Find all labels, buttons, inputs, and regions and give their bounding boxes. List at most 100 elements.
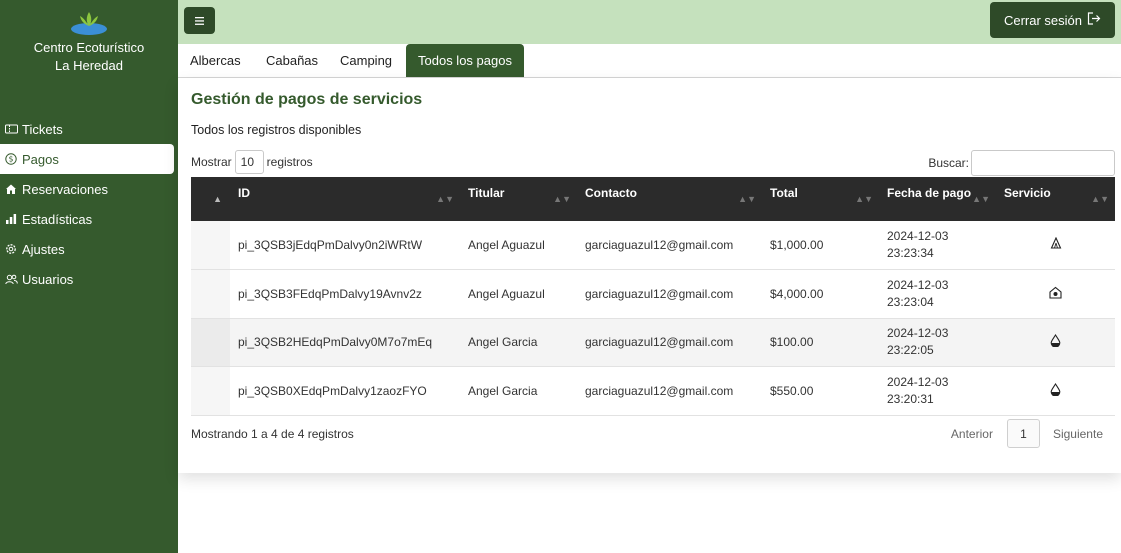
cell-servicio	[996, 221, 1115, 270]
sidebar-item-usuarios[interactable]: Usuarios	[0, 264, 178, 294]
sidebar-item-label: Reservaciones	[22, 181, 108, 197]
cell-total: $4,000.00	[770, 286, 824, 301]
column-header-select[interactable]: ▲	[191, 177, 230, 221]
sort-icon: ▲▼	[553, 194, 571, 204]
column-header-id[interactable]: ID ▲▼	[230, 177, 460, 221]
cell-total: $1,000.00	[770, 238, 824, 252]
brand: Centro Ecoturístico La Heredad	[0, 0, 178, 75]
search-control: Buscar:	[928, 150, 1115, 176]
sort-icon: ▲▼	[972, 194, 990, 204]
row-select-cell	[191, 221, 230, 270]
table-row[interactable]: pi_3QSB0XEdqPmDalvy1zaozFYO Angel Garcia…	[191, 366, 1115, 416]
sort-icon: ▲▼	[855, 194, 873, 204]
cell-fecha-date: 2024-12-03	[887, 326, 949, 341]
pagination-page-1[interactable]: 1	[1006, 419, 1040, 448]
column-header-fecha[interactable]: Fecha de pago ▲▼	[879, 177, 996, 221]
sidebar-item-label: Tickets	[22, 121, 63, 137]
logout-icon	[1087, 12, 1101, 28]
table-row[interactable]: pi_3QSB3jEdqPmDalvy0n2iWRtW Angel Aguazu…	[191, 221, 1115, 270]
dollar-circle-icon: $	[4, 152, 18, 166]
tab-albercas[interactable]: Albercas	[178, 44, 253, 77]
sidebar-item-label: Ajustes	[22, 241, 65, 257]
column-header-total[interactable]: Total ▲▼	[762, 177, 879, 221]
payments-card: Gestión de pagos de servicios Todos los …	[178, 78, 1121, 473]
cabin-icon	[1049, 286, 1063, 300]
cell-id: pi_3QSB2HEdqPmDalvy0M7o7mEq	[238, 335, 433, 350]
cell-id: pi_3QSB3jEdqPmDalvy0n2iWRtW	[238, 238, 423, 252]
svg-text:$: $	[9, 155, 14, 164]
cell-total: $550.00	[770, 383, 814, 398]
cell-fecha: 2024-12-03 23:23:34	[879, 221, 996, 270]
sidebar-item-label: Estadísticas	[22, 211, 93, 227]
cell-fecha-time: 23:23:34	[887, 246, 934, 260]
search-input[interactable]	[971, 150, 1115, 176]
cell-titular: Angel Garcia	[468, 335, 538, 350]
sidebar-item-tickets[interactable]: Tickets	[0, 114, 178, 144]
sidebar-item-pagos[interactable]: $ Pagos	[0, 144, 174, 174]
ticket-icon	[4, 122, 18, 136]
table-row[interactable]: pi_3QSB3FEdqPmDalvy19Avnv2z Angel Aguazu…	[191, 269, 1115, 319]
users-icon	[4, 272, 18, 286]
cell-contacto: garciaguazul12@gmail.com	[585, 335, 734, 350]
tab-camping[interactable]: Camping	[328, 44, 404, 77]
sort-icon: ▲▼	[738, 194, 756, 204]
cell-titular: Angel Aguazul	[468, 238, 545, 252]
page-title: Gestión de pagos de servicios	[191, 91, 423, 108]
cell-servicio	[996, 367, 1115, 416]
cell-contacto: garciaguazul12@gmail.com	[585, 238, 734, 252]
water-drop-icon	[1049, 334, 1063, 348]
pagination-previous[interactable]: Anterior	[951, 427, 993, 441]
length-prefix: Mostrar	[191, 155, 232, 169]
brand-name-line2: La Heredad	[55, 58, 123, 73]
sidebar-nav: Tickets $ Pagos Reservaciones Estadístic…	[0, 114, 178, 294]
logout-label: Cerrar sesión	[1003, 12, 1082, 28]
column-header-titular[interactable]: Titular ▲▼	[460, 177, 577, 221]
payments-table: ▲ ID ▲▼ Titular ▲▼ Contacto ▲▼ Total ▲▼ Fech…	[191, 177, 1115, 416]
column-header-servicio[interactable]: Servicio ▲▼	[996, 177, 1115, 221]
tent-icon	[1049, 236, 1063, 251]
row-select-cell	[191, 318, 230, 367]
logout-button[interactable]: Cerrar sesión	[989, 2, 1115, 38]
column-header-contacto[interactable]: Contacto ▲▼	[577, 177, 762, 221]
pagination-next[interactable]: Siguiente	[1053, 427, 1103, 441]
cell-contacto: garciaguazul12@gmail.com	[585, 383, 734, 398]
sidebar-item-reservaciones[interactable]: Reservaciones	[0, 174, 178, 204]
cell-fecha-time: 23:22:05	[887, 343, 934, 358]
sidebar-item-label: Usuarios	[22, 271, 74, 287]
row-select-cell	[191, 366, 230, 415]
table-header-row: ▲ ID ▲▼ Titular ▲▼ Contacto ▲▼ Total ▲▼ Fech…	[191, 177, 1115, 221]
sidebar-item-ajustes[interactable]: Ajustes	[0, 234, 178, 264]
service-tabs: Albercas Cabañas Camping Todos los pagos	[178, 44, 1121, 78]
search-label: Buscar:	[928, 156, 969, 170]
tab-cabanas[interactable]: Cabañas	[254, 44, 330, 77]
menu-icon	[195, 13, 204, 28]
cell-fecha: 2024-12-03 23:23:04	[879, 270, 996, 319]
cell-servicio	[996, 270, 1115, 319]
cell-fecha: 2024-12-03 23:22:05	[879, 318, 996, 367]
table-row[interactable]: pi_3QSB2HEdqPmDalvy0M7o7mEq Angel Garcia…	[191, 318, 1115, 367]
topbar: Cerrar sesión	[178, 0, 1121, 44]
cell-fecha-time: 23:20:31	[887, 391, 934, 406]
sidebar-item-estadisticas[interactable]: Estadísticas	[0, 204, 178, 234]
cell-titular: Angel Garcia	[468, 383, 538, 398]
table-info: Mostrando 1 a 4 de 4 registros	[191, 427, 354, 441]
cell-fecha-date: 2024-12-03	[887, 229, 949, 243]
sort-icon: ▲▼	[436, 194, 454, 204]
cell-id: pi_3QSB3FEdqPmDalvy19Avnv2z	[238, 286, 422, 301]
brand-logo	[71, 12, 107, 35]
gear-icon	[4, 242, 18, 256]
cell-titular: Angel Aguazul	[468, 286, 545, 301]
cell-total: $100.00	[770, 335, 814, 350]
bar-chart-icon	[4, 212, 18, 226]
page-subtitle: Todos los registros disponibles	[191, 123, 362, 137]
menu-toggle-button[interactable]	[184, 7, 215, 34]
cell-fecha: 2024-12-03 23:20:31	[879, 367, 996, 416]
sort-icon: ▲▼	[1091, 194, 1109, 204]
water-drop-icon	[1049, 382, 1063, 397]
cell-fecha-time: 23:23:04	[887, 294, 934, 309]
tab-todos-los-pagos[interactable]: Todos los pagos	[406, 44, 524, 77]
page-length-select[interactable]: 10	[234, 150, 264, 174]
cell-servicio	[996, 318, 1115, 367]
sidebar: Centro Ecoturístico La Heredad Tickets $…	[0, 0, 178, 553]
pagination: Anterior 1 Siguiente	[951, 419, 1103, 448]
